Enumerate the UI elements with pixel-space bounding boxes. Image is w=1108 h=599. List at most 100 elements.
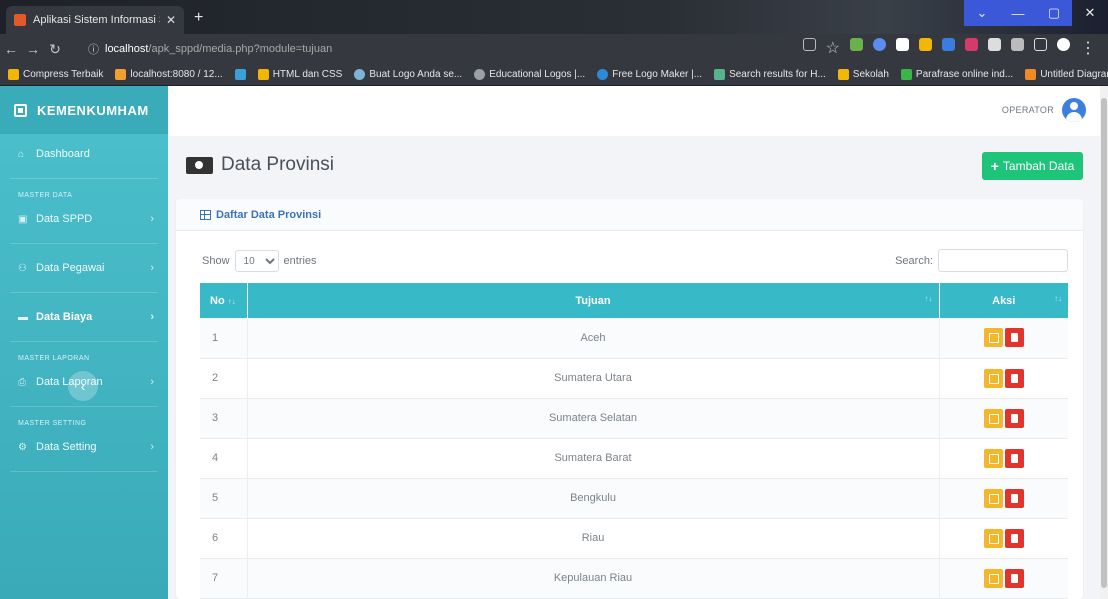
extension-icon[interactable] (873, 38, 886, 51)
show-label: Show (202, 255, 230, 267)
card-header: Daftar Data Provinsi (176, 199, 1083, 231)
cell-tujuan: Sumatera Barat (247, 438, 940, 478)
bookmark[interactable] (234, 69, 246, 80)
delete-button[interactable] (1004, 488, 1024, 508)
sidebar-icon[interactable] (1034, 38, 1047, 51)
edit-button[interactable] (983, 528, 1003, 548)
bookmark-star-icon[interactable]: ☆ (826, 38, 840, 57)
close-window-icon[interactable]: ✕ (1072, 0, 1108, 26)
column-header-tujuan[interactable]: Tujuan ↑↓ (247, 283, 940, 318)
cell-no: 5 (200, 478, 248, 518)
delete-button[interactable] (1004, 328, 1024, 348)
page-scrollbar[interactable] (1100, 86, 1108, 599)
add-data-button[interactable]: + Tambah Data (982, 152, 1083, 180)
divider (10, 471, 158, 472)
extension-icon[interactable] (896, 38, 909, 51)
browser-tab[interactable]: Aplikasi Sistem Informasi Surat P ✕ (6, 6, 184, 34)
close-tab-icon[interactable]: ✕ (166, 13, 176, 27)
delete-button[interactable] (1004, 408, 1024, 428)
sidebar-item-data-setting[interactable]: ⚙ Data Setting › (0, 427, 168, 467)
bookmark[interactable]: Buat Logo Anda se... (354, 69, 462, 80)
sidebar-item-data-pegawai[interactable]: ⚇ Data Pegawai › (0, 248, 168, 288)
extension-icon[interactable] (919, 38, 932, 51)
bookmark[interactable]: localhost:8080 / 12... (115, 69, 223, 80)
edit-button[interactable] (983, 488, 1003, 508)
sidebar-collapse-button[interactable]: ‹ (68, 371, 98, 401)
bookmark[interactable]: HTML dan CSS (257, 69, 342, 80)
sidebar-item-data-sppd[interactable]: ▣ Data SPPD › (0, 199, 168, 239)
bookmark[interactable]: Educational Logos |... (474, 69, 585, 80)
edit-button[interactable] (983, 448, 1003, 468)
bookmark[interactable]: Search results for H... (714, 69, 826, 80)
tab-title: Aplikasi Sistem Informasi Surat P (33, 14, 160, 26)
entries-select[interactable]: 10 (234, 250, 279, 272)
bookmark[interactable]: Sekolah (837, 69, 889, 80)
forward-icon[interactable]: → (22, 41, 44, 57)
profile-icon[interactable] (1057, 38, 1070, 51)
new-tab-icon[interactable]: + (194, 9, 203, 27)
camera-icon[interactable] (988, 38, 1001, 51)
search-input[interactable] (938, 249, 1068, 272)
chevron-left-icon: ‹ (80, 378, 86, 394)
cell-tujuan: Bengkulu (247, 478, 940, 518)
table-row: 4 Sumatera Barat (200, 438, 1068, 478)
bookmark[interactable]: Compress Terbaik (8, 69, 103, 80)
delete-button[interactable] (1004, 528, 1024, 548)
share-icon[interactable] (802, 38, 816, 51)
bookmark-icon (1025, 69, 1037, 80)
chevron-right-icon: › (150, 213, 154, 225)
cell-no: 3 (200, 398, 248, 438)
money-icon (186, 156, 213, 174)
entries-label: entries (283, 255, 317, 267)
user-menu[interactable]: OPERATOR (1002, 98, 1086, 122)
back-icon[interactable]: ← (0, 41, 22, 57)
sidebar: KEMENKUMHAM ⌂ Dashboard MASTER DATA ▣ Da… (0, 86, 168, 599)
cell-aksi (939, 398, 1068, 438)
user-role: OPERATOR (1001, 105, 1054, 115)
edit-button[interactable] (983, 328, 1003, 348)
table-icon (200, 209, 211, 220)
edit-button[interactable] (983, 568, 1003, 588)
puzzle-icon[interactable] (1011, 38, 1024, 51)
sidebar-item-dashboard[interactable]: ⌂ Dashboard (0, 134, 168, 174)
sidebar-item-data-biaya[interactable]: ▬ Data Biaya › (0, 297, 168, 337)
plus-icon: + (990, 158, 999, 174)
bookmark[interactable]: Free Logo Maker |... (597, 69, 702, 80)
extension-icon[interactable] (942, 38, 955, 51)
column-header-no[interactable]: No ↑↓ (200, 283, 248, 318)
delete-button[interactable] (1004, 568, 1024, 588)
provinsi-table: No ↑↓ Tujuan ↑↓ Aksi ↑↓ 1 Aceh 2 Sumatera Uta… (200, 283, 1068, 599)
bookmark-icon (354, 69, 366, 80)
extension-icon[interactable] (850, 38, 863, 51)
sidebar-item-label: Data Setting (36, 441, 97, 453)
info-icon[interactable]: ⓘ (88, 41, 99, 57)
data-card: Daftar Data Provinsi Show 10 entries Sea… (176, 199, 1083, 599)
column-header-aksi[interactable]: Aksi ↑↓ (939, 283, 1068, 318)
brand[interactable]: KEMENKUMHAM (0, 86, 168, 134)
bookmark[interactable]: Untitled Diagram -... (1025, 69, 1108, 80)
entries-control: Show 10 entries (202, 250, 317, 272)
extension-icon[interactable] (965, 38, 978, 51)
divider (10, 406, 158, 407)
edit-button[interactable] (983, 368, 1003, 388)
bookmark[interactable]: Parafrase online ind... (900, 69, 1013, 80)
divider (10, 243, 158, 244)
reload-icon[interactable]: ↻ (44, 41, 66, 58)
tab-search-icon[interactable]: ⌄ (964, 0, 1000, 26)
menu-icon[interactable]: ⋮ (1080, 38, 1096, 57)
sidebar-item-label: Data Pegawai (36, 262, 105, 274)
favicon-icon (14, 14, 26, 26)
delete-button[interactable] (1004, 448, 1024, 468)
address-bar[interactable]: ⓘ localhost /apk_sppd/media.php?module=t… (88, 38, 768, 60)
edit-button[interactable] (983, 408, 1003, 428)
delete-button[interactable] (1004, 368, 1024, 388)
extension-icons: ☆ ⋮ (802, 38, 1096, 57)
scrollbar-thumb[interactable] (1101, 98, 1107, 588)
maximize-icon[interactable]: ▢ (1036, 0, 1072, 26)
users-icon: ⚇ (18, 262, 27, 274)
folder-icon (837, 69, 849, 80)
page-title-text: Data Provinsi (221, 154, 334, 175)
sort-icon: ↑↓ (924, 294, 933, 303)
minimize-icon[interactable]: — (1000, 0, 1036, 26)
bookmark-icon (115, 69, 127, 80)
